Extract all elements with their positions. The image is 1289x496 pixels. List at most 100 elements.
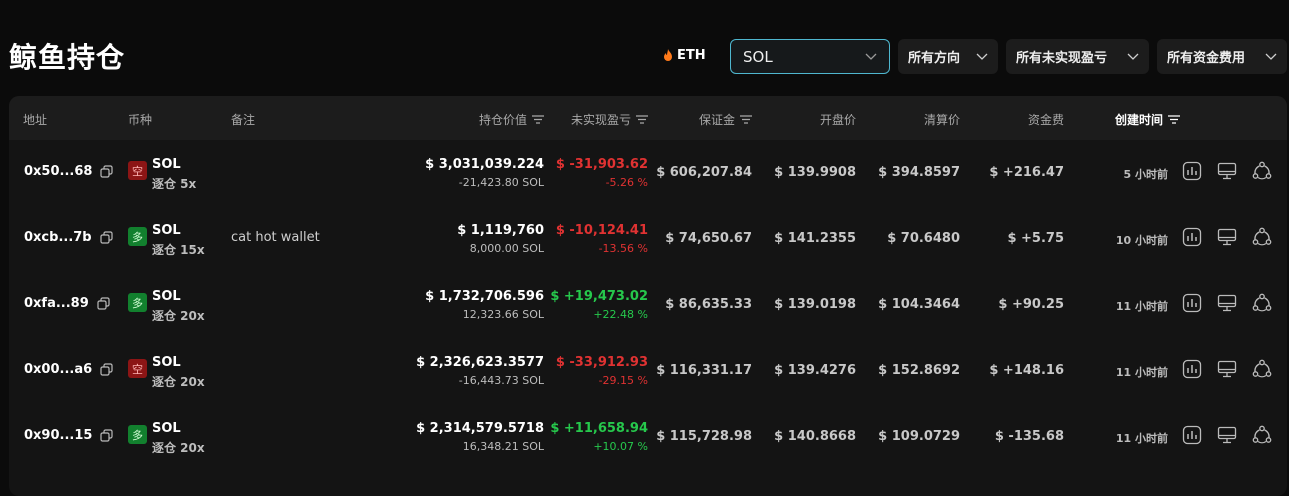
address-cell[interactable]: 0x50...68 — [24, 164, 114, 179]
coin-name: SOL — [152, 157, 181, 172]
side-badge: 空 — [128, 359, 147, 378]
col-margin[interactable]: 保证金 — [699, 111, 752, 128]
margin: $ 86,635.33 — [665, 297, 752, 312]
funding-fee: $ +148.16 — [989, 363, 1064, 378]
table-row[interactable]: 0x00...a6 空 SOL 逐仓 20x $ 2,326,623.3577 … — [9, 338, 1287, 404]
side-badge: 多 — [128, 227, 147, 246]
liq-price: $ 394.8597 — [878, 165, 960, 180]
address[interactable]: 0x90...15 — [24, 428, 92, 443]
chart-icon[interactable] — [1182, 161, 1202, 181]
liq-price: $ 104.3464 — [878, 297, 960, 312]
note: cat hot wallet — [231, 230, 320, 245]
position-size: -16,443.73 SOL — [458, 374, 544, 387]
coin-name: SOL — [152, 223, 181, 238]
unrealized-pnl-pct: +10.07 % — [593, 440, 648, 453]
created-time: 10 小时前 — [1115, 234, 1168, 247]
filter-icon — [636, 115, 648, 124]
share-icon[interactable] — [1252, 227, 1272, 247]
position-value: $ 1,119,760 — [457, 223, 544, 238]
address-cell[interactable]: 0x00...a6 — [24, 362, 113, 377]
funding-select[interactable]: 所有资金费用 — [1157, 39, 1287, 74]
funding-select-value: 所有资金费用 — [1167, 51, 1246, 66]
monitor-icon[interactable] — [1217, 359, 1237, 379]
liq-price: $ 70.6480 — [887, 231, 960, 246]
open-price: $ 141.2355 — [774, 231, 856, 246]
copy-icon[interactable] — [97, 297, 110, 310]
eth-label: ETH — [677, 48, 706, 63]
funding-fee: $ +216.47 — [989, 165, 1064, 180]
copy-icon[interactable] — [100, 429, 114, 442]
position-value: $ 2,326,623.3577 — [416, 355, 544, 370]
table-row[interactable]: 0xfa...89 多 SOL 逐仓 20x $ 1,732,706.596 1… — [9, 272, 1287, 338]
unrealized-pnl-pct: -5.26 % — [605, 176, 648, 189]
margin: $ 606,207.84 — [656, 165, 752, 180]
eth-link[interactable]: ETH — [663, 48, 706, 63]
address[interactable]: 0xcb...7b — [24, 230, 92, 245]
filter-icon — [532, 115, 544, 124]
share-icon[interactable] — [1252, 359, 1272, 379]
address[interactable]: 0xfa...89 — [24, 296, 89, 311]
chart-icon[interactable] — [1182, 359, 1202, 379]
col-position-value[interactable]: 持仓价值 — [479, 111, 544, 128]
address-cell[interactable]: 0xcb...7b — [24, 230, 113, 245]
position-value: $ 1,732,706.596 — [425, 289, 544, 304]
created-time: 5 小时前 — [1123, 168, 1168, 181]
monitor-icon[interactable] — [1217, 161, 1237, 181]
monitor-icon[interactable] — [1217, 425, 1237, 445]
unrealized-pnl-pct: -29.15 % — [598, 374, 648, 387]
liq-price: $ 109.0729 — [878, 429, 960, 444]
coin-select[interactable]: SOL — [730, 39, 890, 74]
share-icon[interactable] — [1252, 425, 1272, 445]
col-coin: 币种 — [128, 113, 153, 127]
copy-icon[interactable] — [100, 363, 113, 376]
open-price: $ 139.4276 — [774, 363, 856, 378]
direction-select-value: 所有方向 — [908, 51, 961, 66]
chart-icon[interactable] — [1182, 293, 1202, 313]
pnl-select[interactable]: 所有未实现盈亏 — [1006, 39, 1149, 74]
table-row[interactable]: 0xcb...7b 多 SOL 逐仓 15x cat hot wallet $ … — [9, 206, 1287, 272]
leverage: 逐仓 20x — [152, 441, 205, 455]
copy-icon[interactable] — [100, 231, 113, 244]
open-price: $ 140.8668 — [774, 429, 856, 444]
address[interactable]: 0x50...68 — [24, 164, 92, 179]
direction-select[interactable]: 所有方向 — [898, 39, 998, 74]
pnl-select-value: 所有未实现盈亏 — [1016, 51, 1108, 66]
filter-icon — [740, 115, 752, 124]
col-created-label: 创建时间 — [1114, 113, 1163, 127]
liq-price: $ 152.8692 — [878, 363, 960, 378]
chart-icon[interactable] — [1182, 227, 1202, 247]
col-position-value-label: 持仓价值 — [478, 113, 527, 127]
position-size: 12,323.66 SOL — [462, 308, 544, 321]
address-cell[interactable]: 0xfa...89 — [24, 296, 110, 311]
created-time: 11 小时前 — [1115, 432, 1168, 445]
col-created[interactable]: 创建时间 — [1115, 111, 1180, 128]
col-open-price: 开盘价 — [819, 113, 856, 127]
chart-icon[interactable] — [1182, 425, 1202, 445]
table-row[interactable]: 0x90...15 多 SOL 逐仓 20x $ 2,314,579.5718 … — [9, 404, 1287, 470]
open-price: $ 139.9908 — [774, 165, 856, 180]
address-cell[interactable]: 0x90...15 — [24, 428, 114, 443]
margin: $ 116,331.17 — [656, 363, 752, 378]
position-size: -21,423.80 SOL — [458, 176, 544, 189]
address[interactable]: 0x00...a6 — [24, 362, 92, 377]
col-unrealized-pnl[interactable]: 未实现盈亏 — [571, 111, 648, 128]
flame-icon — [664, 49, 672, 61]
leverage: 逐仓 20x — [152, 375, 205, 389]
table-header: 地址 币种 备注 持仓价值 未实现盈亏 保证金 开盘价 清算价 资金费 创建时间 — [9, 96, 1287, 140]
chevron-down-icon — [865, 53, 877, 60]
position-value: $ 3,031,039.224 — [425, 157, 544, 172]
col-liq-price: 清算价 — [923, 113, 960, 127]
monitor-icon[interactable] — [1217, 227, 1237, 247]
col-unrealized-pnl-label: 未实现盈亏 — [570, 113, 631, 127]
side-badge: 多 — [128, 293, 147, 312]
margin: $ 74,650.67 — [665, 231, 752, 246]
funding-fee: $ -135.68 — [994, 429, 1064, 444]
monitor-icon[interactable] — [1217, 293, 1237, 313]
coin-name: SOL — [152, 421, 181, 436]
share-icon[interactable] — [1252, 293, 1272, 313]
positions-table: 地址 币种 备注 持仓价值 未实现盈亏 保证金 开盘价 清算价 资金费 创建时间… — [9, 96, 1287, 496]
coin-name: SOL — [152, 355, 181, 370]
copy-icon[interactable] — [100, 165, 114, 178]
share-icon[interactable] — [1252, 161, 1272, 181]
table-row[interactable]: 0x50...68 空 SOL 逐仓 5x $ 3,031,039.224 -2… — [9, 140, 1287, 206]
